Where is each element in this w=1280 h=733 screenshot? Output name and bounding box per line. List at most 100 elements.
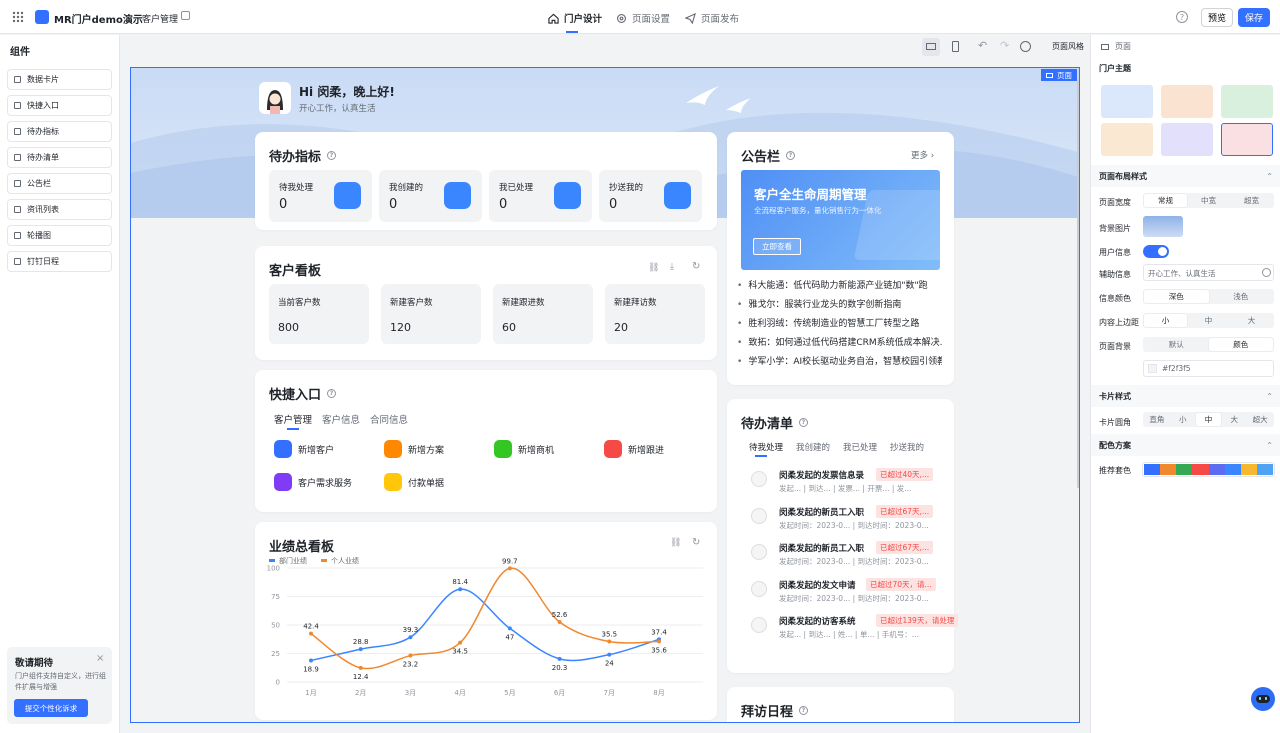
- quick-entry-item[interactable]: 新增方案: [384, 440, 444, 458]
- data-point[interactable]: [557, 656, 562, 661]
- link-icon[interactable]: ⛓: [670, 538, 681, 548]
- aux-info-input[interactable]: 开心工作、认真生活: [1143, 264, 1274, 281]
- page-bg-option[interactable]: 默认: [1144, 338, 1209, 351]
- help-icon[interactable]: ?: [799, 706, 809, 715]
- component-item[interactable]: 待办清单: [7, 147, 112, 168]
- link-icon[interactable]: ⛓: [648, 263, 659, 273]
- bg-image-thumb[interactable]: [1143, 216, 1183, 237]
- data-point[interactable]: [408, 653, 413, 658]
- download-icon[interactable]: ⤓: [670, 262, 674, 272]
- component-item[interactable]: 钉钉日程: [7, 251, 112, 272]
- preview-button[interactable]: 预览: [1201, 8, 1233, 27]
- margin-segmented[interactable]: 小 中 大: [1143, 313, 1274, 328]
- info-color-option[interactable]: 深色: [1144, 290, 1209, 303]
- help-icon[interactable]: ?: [327, 389, 337, 398]
- todo-list-item[interactable]: 闵柔发起的新员工入职 已超过67天,... 发起时间：2023-0... | 到达时…: [751, 541, 951, 572]
- globe-icon[interactable]: [1262, 268, 1271, 277]
- info-color-option[interactable]: 浅色: [1209, 290, 1274, 303]
- card-style-section-header[interactable]: 卡片样式 ⌃: [1091, 385, 1280, 407]
- notice-item[interactable]: 雅戈尔：服装行业龙头的数字创新指南: [737, 297, 942, 310]
- radius-option[interactable]: 超大: [1247, 413, 1273, 426]
- bg-color-input[interactable]: #f2f3f5: [1143, 360, 1274, 377]
- data-point[interactable]: [309, 631, 313, 636]
- assistant-robot-icon[interactable]: [1251, 687, 1275, 711]
- width-option[interactable]: 超宽: [1230, 194, 1273, 207]
- todo-tab[interactable]: 我已处理: [843, 441, 877, 453]
- notice-banner[interactable]: 客户全生命周期管理 全流程客户服务，量化销售行为一体化 立即查看: [741, 170, 940, 270]
- radius-option[interactable]: 直角: [1144, 413, 1170, 426]
- component-item[interactable]: 待办指标: [7, 121, 112, 142]
- quick-entry-card[interactable]: 快捷入口? 客户管理 客户信息 合同信息 新增客户 新增方案 新增商机 新增跟进 客户需求服…: [255, 370, 717, 512]
- info-color-segmented[interactable]: 深色 浅色: [1143, 289, 1274, 304]
- visit-card[interactable]: 拜访日程?: [727, 687, 954, 722]
- card-radius-segmented[interactable]: 直角 小 中 大 超大: [1143, 412, 1274, 427]
- help-icon[interactable]: ?: [1176, 11, 1188, 23]
- refresh-icon[interactable]: ↻: [692, 261, 700, 272]
- quick-entry-item[interactable]: 新增商机: [494, 440, 554, 458]
- notice-item[interactable]: 学军小学：AI校长驱动业务自治，智慧校园引领教...: [737, 354, 942, 367]
- data-point[interactable]: [507, 626, 512, 631]
- data-point[interactable]: [358, 665, 363, 670]
- quick-entry-item[interactable]: 新增跟进: [604, 440, 664, 458]
- save-button[interactable]: 保存: [1238, 8, 1270, 27]
- design-canvas[interactable]: 页面 Hi 闵柔，晚上好! 开心工作，认真生活 待办指标? 待我处理 0 我创建的 0…: [130, 67, 1080, 723]
- tab-page-settings[interactable]: 页面设置: [616, 11, 670, 25]
- data-point[interactable]: [458, 640, 463, 645]
- margin-option[interactable]: 中: [1187, 314, 1230, 327]
- data-point[interactable]: [607, 652, 612, 657]
- tab-portal-design[interactable]: 门户设计: [548, 11, 602, 25]
- todo-list-item[interactable]: 闵柔发起的发票信息录 已超过40天,... 发起... | 到达... | 发票..…: [751, 468, 951, 499]
- page-node[interactable]: 页面: [1101, 41, 1131, 52]
- data-point[interactable]: [507, 566, 512, 571]
- refresh-icon[interactable]: ↻: [692, 537, 700, 548]
- help-icon[interactable]: ?: [786, 151, 796, 160]
- notice-item[interactable]: 致拓：如何通过低代码搭建CRM系统低成本解决...: [737, 335, 942, 348]
- radius-option[interactable]: 小: [1170, 413, 1196, 426]
- todo-list-item[interactable]: 闵柔发起的访客系统 已超过139天，请处理 发起... | 到达... | 姓...…: [751, 614, 959, 645]
- todo-tab[interactable]: 抄送我的: [890, 441, 924, 453]
- margin-option[interactable]: 大: [1230, 314, 1273, 327]
- quick-entry-item[interactable]: 新增客户: [274, 440, 334, 458]
- customer-kpi-item[interactable]: 新建跟进数 60: [493, 284, 593, 344]
- color-section-header[interactable]: 配色方案 ⌃: [1091, 434, 1280, 456]
- data-point[interactable]: [458, 587, 463, 592]
- component-item[interactable]: 数据卡片: [7, 69, 112, 90]
- customer-kpi-item[interactable]: 新建拜访数 20: [605, 284, 705, 344]
- data-point[interactable]: [607, 639, 612, 644]
- performance-card[interactable]: 业绩总看板 ⛓ ↻ 部门业绩 个人业绩 0 25 50 75 100 1月 2月 3月 4月 5月 6月…: [255, 522, 717, 720]
- theme-thumbnail[interactable]: [1221, 85, 1273, 118]
- width-option[interactable]: 常规: [1144, 194, 1187, 207]
- color-palette[interactable]: [1142, 462, 1275, 477]
- help-icon[interactable]: ?: [799, 418, 809, 427]
- data-point[interactable]: [358, 647, 363, 652]
- todo-metrics-card[interactable]: 待办指标? 待我处理 0 我创建的 0 我已处理 0 抄送我的 0: [255, 132, 717, 230]
- desktop-view-icon[interactable]: [922, 38, 940, 56]
- quick-tab[interactable]: 客户信息: [322, 412, 360, 426]
- edit-icon[interactable]: [181, 11, 190, 20]
- close-icon[interactable]: ×: [96, 653, 104, 664]
- todo-metric-item[interactable]: 待我处理 0: [269, 170, 372, 222]
- submit-request-button[interactable]: 提交个性化诉求: [14, 699, 88, 717]
- notice-item[interactable]: 胜利羽绒：传统制造业的智慧工厂转型之路: [737, 316, 942, 329]
- layout-section-header[interactable]: 页面布局样式 ⌃: [1091, 165, 1280, 187]
- width-option[interactable]: 中宽: [1187, 194, 1230, 207]
- radius-option[interactable]: 中: [1195, 413, 1222, 426]
- todo-metric-item[interactable]: 抄送我的 0: [599, 170, 702, 222]
- page-bg-option[interactable]: 颜色: [1208, 338, 1273, 351]
- user-info-toggle[interactable]: [1143, 245, 1169, 258]
- todo-list-item[interactable]: 闵柔发起的发文申请 已超过70天，请... 发起时间：2023-0... | 到达时…: [751, 577, 951, 609]
- banner-view-button[interactable]: 立即查看: [753, 238, 801, 255]
- redo-icon[interactable]: ↷: [1000, 39, 1009, 52]
- app-grid-icon[interactable]: [12, 11, 24, 23]
- quick-tab[interactable]: 合同信息: [370, 412, 408, 426]
- todo-metric-item[interactable]: 我已处理 0: [489, 170, 592, 222]
- theme-thumbnail[interactable]: [1221, 123, 1273, 156]
- history-icon[interactable]: [1020, 41, 1031, 52]
- notice-item[interactable]: 科大能通：低代码助力新能源产业链加"数"跑: [737, 278, 942, 291]
- page-style-label[interactable]: 页面风格: [1052, 41, 1084, 52]
- breadcrumb[interactable]: 客户管理: [142, 12, 178, 25]
- component-item[interactable]: 公告栏: [7, 173, 112, 194]
- page-tag[interactable]: 页面: [1041, 69, 1077, 81]
- todo-list-card[interactable]: 待办清单? 待我处理 我创建的 我已处理 抄送我的 闵柔发起的发票信息录 已超过40天,…: [727, 399, 959, 673]
- theme-thumbnail[interactable]: [1161, 123, 1213, 156]
